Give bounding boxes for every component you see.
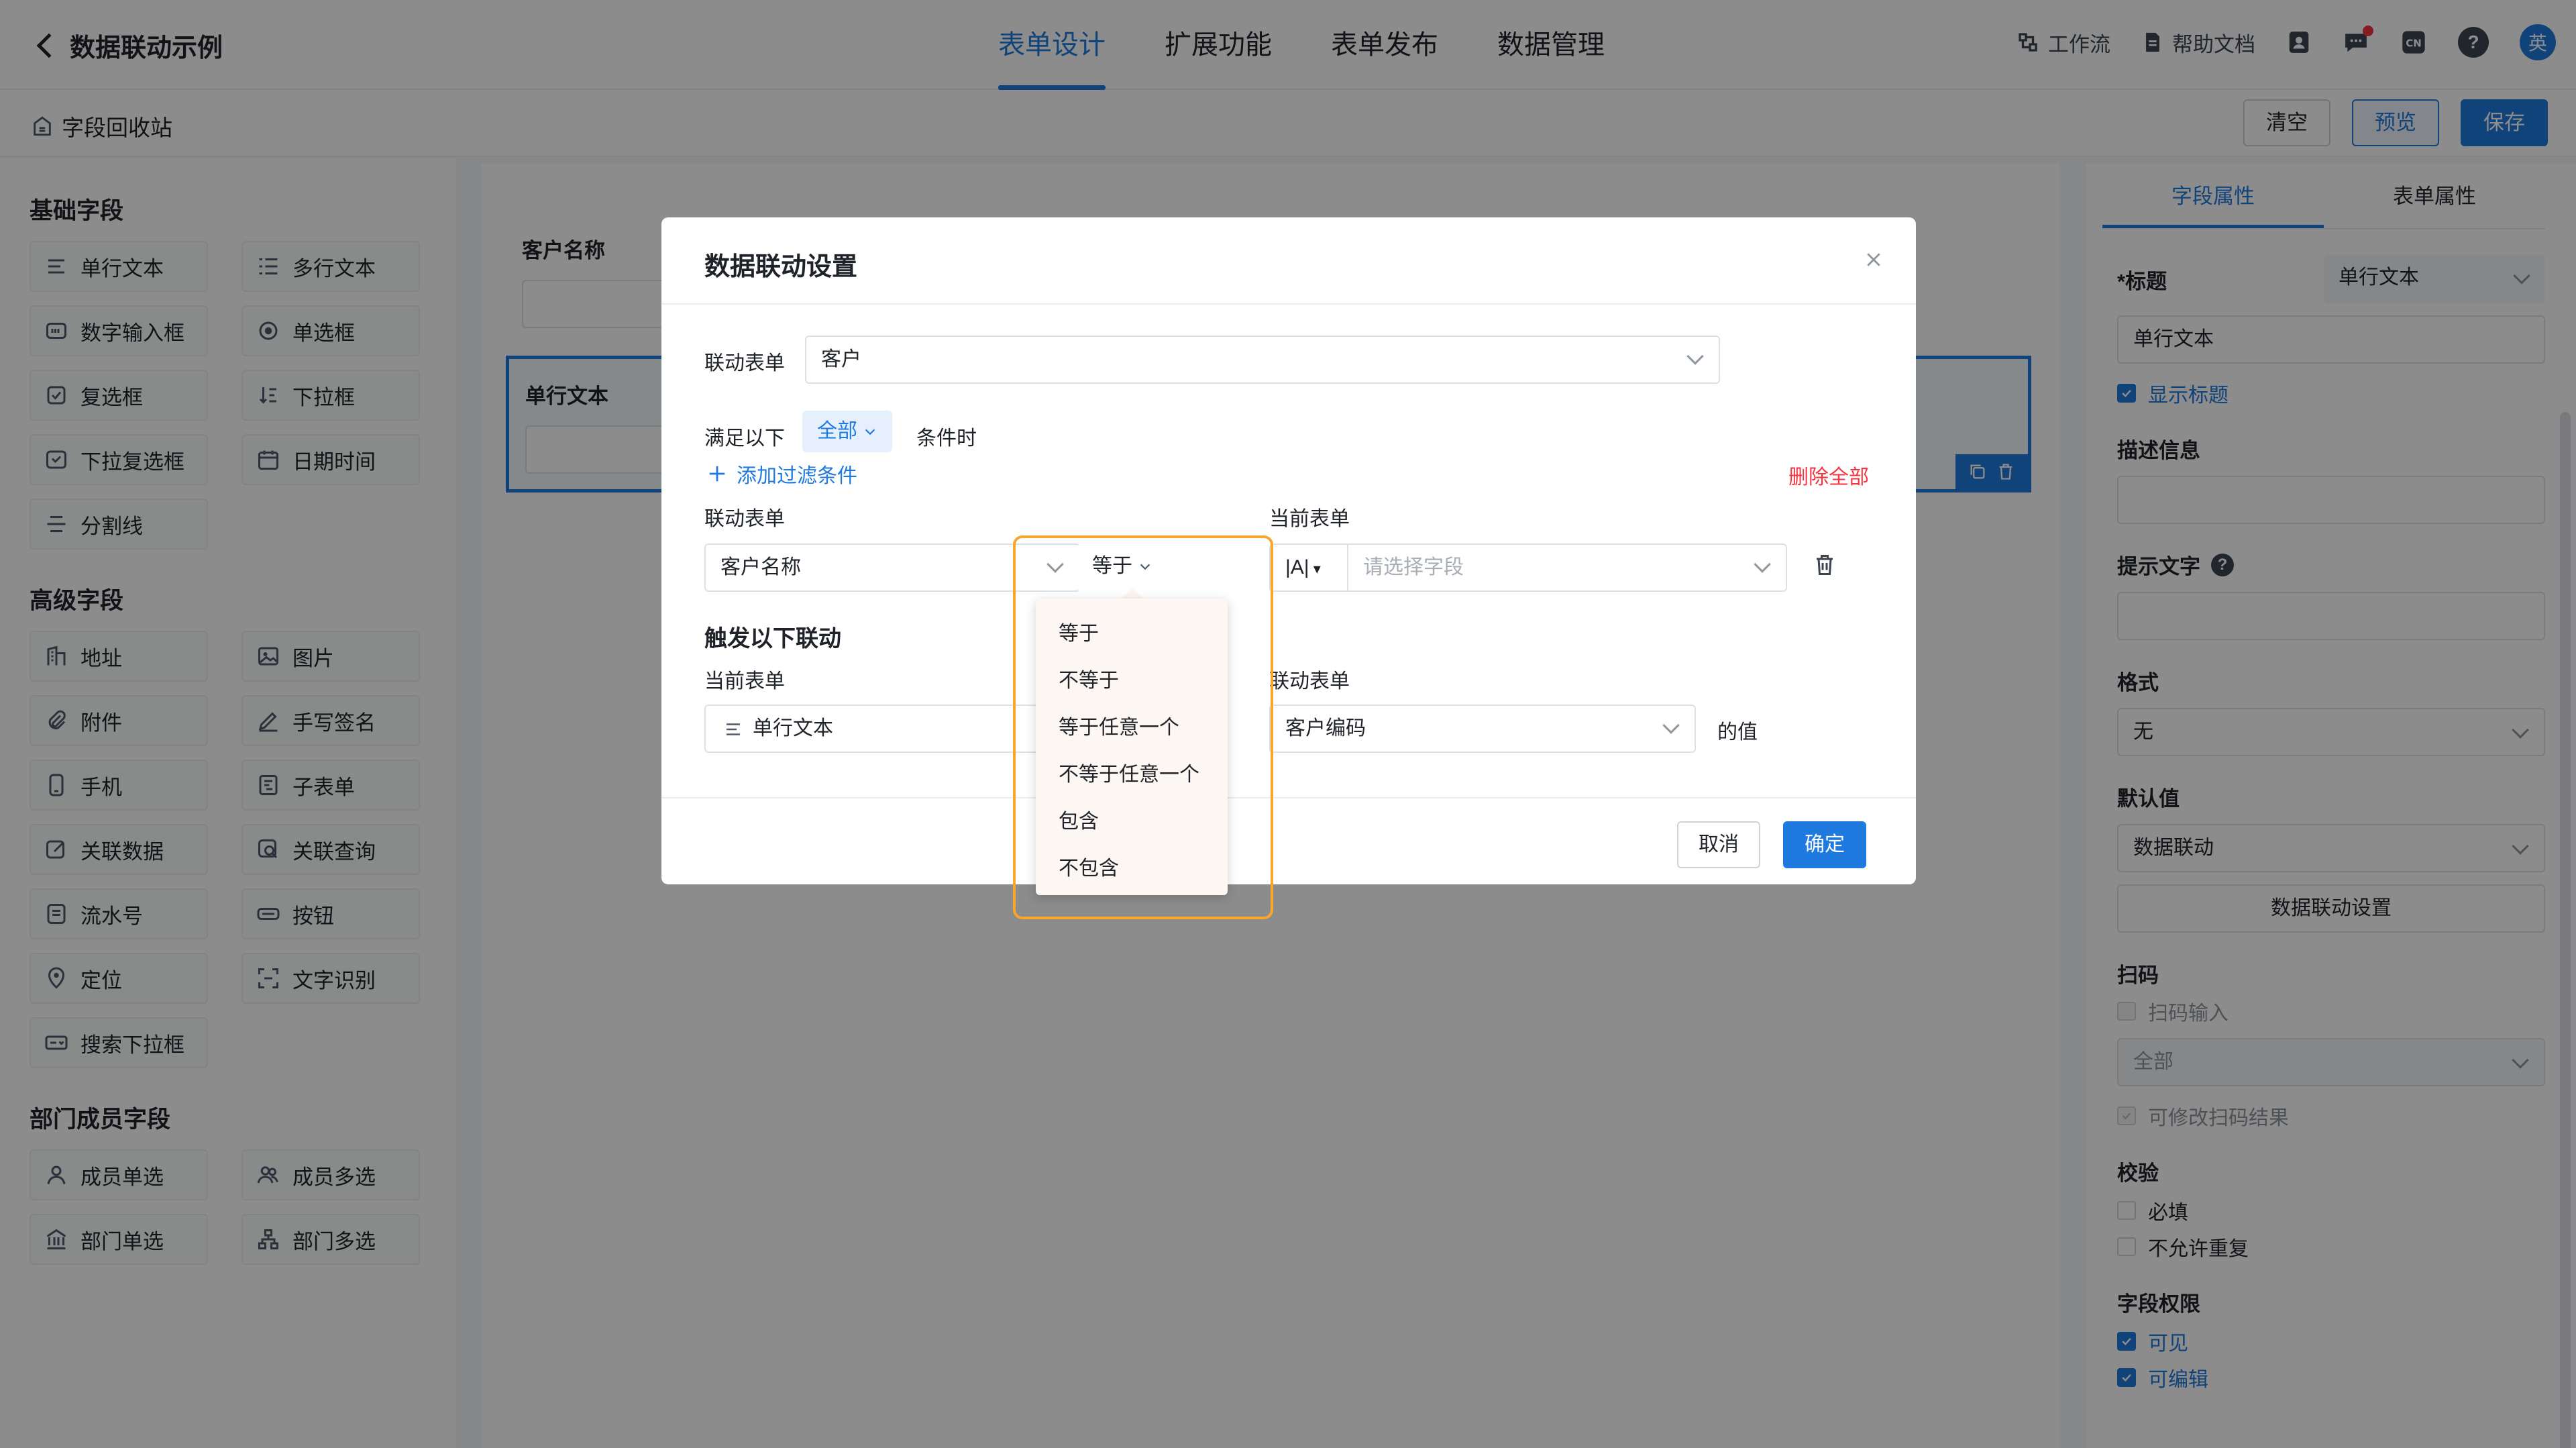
- confirm-button[interactable]: 确定: [1783, 821, 1866, 868]
- col-current-form-label: 当前表单: [1269, 508, 1350, 530]
- trigger-link-label: 联动表单: [1269, 670, 1350, 692]
- chevron-down-icon: [1662, 717, 1680, 734]
- chevron-down-icon: [1754, 556, 1771, 573]
- caret-down-icon: ▾: [1309, 560, 1321, 577]
- cancel-button[interactable]: 取消: [1677, 821, 1760, 868]
- add-filter-button[interactable]: 添加过滤条件: [707, 459, 857, 488]
- modal-title: 数据联动设置: [704, 253, 858, 281]
- chevron-down-icon: [865, 429, 875, 435]
- trigger-current-value: 单行文本: [753, 717, 833, 739]
- modal-footer: 取消 确定: [661, 797, 1916, 884]
- link-form-select[interactable]: 客户: [805, 335, 1720, 384]
- value-type-select[interactable]: |A| ▾: [1269, 544, 1348, 592]
- add-filter-label: 添加过滤条件: [737, 465, 857, 487]
- condition-scope-select[interactable]: 全部: [802, 411, 893, 452]
- condition-prefix: 满足以下: [704, 427, 785, 450]
- single-line-icon: [727, 723, 740, 735]
- close-icon[interactable]: [1864, 250, 1884, 270]
- trigger-suffix: 的值: [1717, 721, 1758, 743]
- condition-field-value: 客户名称: [720, 556, 801, 578]
- value-field-placeholder: 请选择字段: [1363, 556, 1464, 578]
- value-type-value: |A|: [1285, 556, 1309, 578]
- modal-header: 数据联动设置: [661, 217, 1916, 305]
- col-link-form-label: 联动表单: [704, 508, 785, 530]
- condition-suffix: 条件时: [916, 427, 977, 450]
- trigger-link-field-select[interactable]: 客户编码: [1269, 705, 1696, 753]
- trash-icon[interactable]: [1813, 553, 1837, 577]
- highlight-annotation: [1013, 535, 1273, 919]
- data-linkage-modal: 数据联动设置 联动表单 客户 满足以下 全部 条件时 添加过滤条件 删除全部 联…: [661, 217, 1916, 884]
- link-form-value: 客户: [821, 348, 861, 370]
- trigger-current-label: 当前表单: [704, 670, 785, 692]
- condition-scope-value: 全部: [817, 420, 857, 442]
- chevron-down-icon: [1686, 348, 1704, 365]
- delete-all-button[interactable]: 删除全部: [1788, 460, 1869, 490]
- value-field-select[interactable]: 请选择字段: [1347, 544, 1787, 592]
- plus-icon: [709, 466, 725, 482]
- trigger-link-value: 客户编码: [1285, 717, 1366, 739]
- link-form-label: 联动表单: [704, 352, 785, 374]
- trigger-title: 触发以下联动: [704, 626, 841, 652]
